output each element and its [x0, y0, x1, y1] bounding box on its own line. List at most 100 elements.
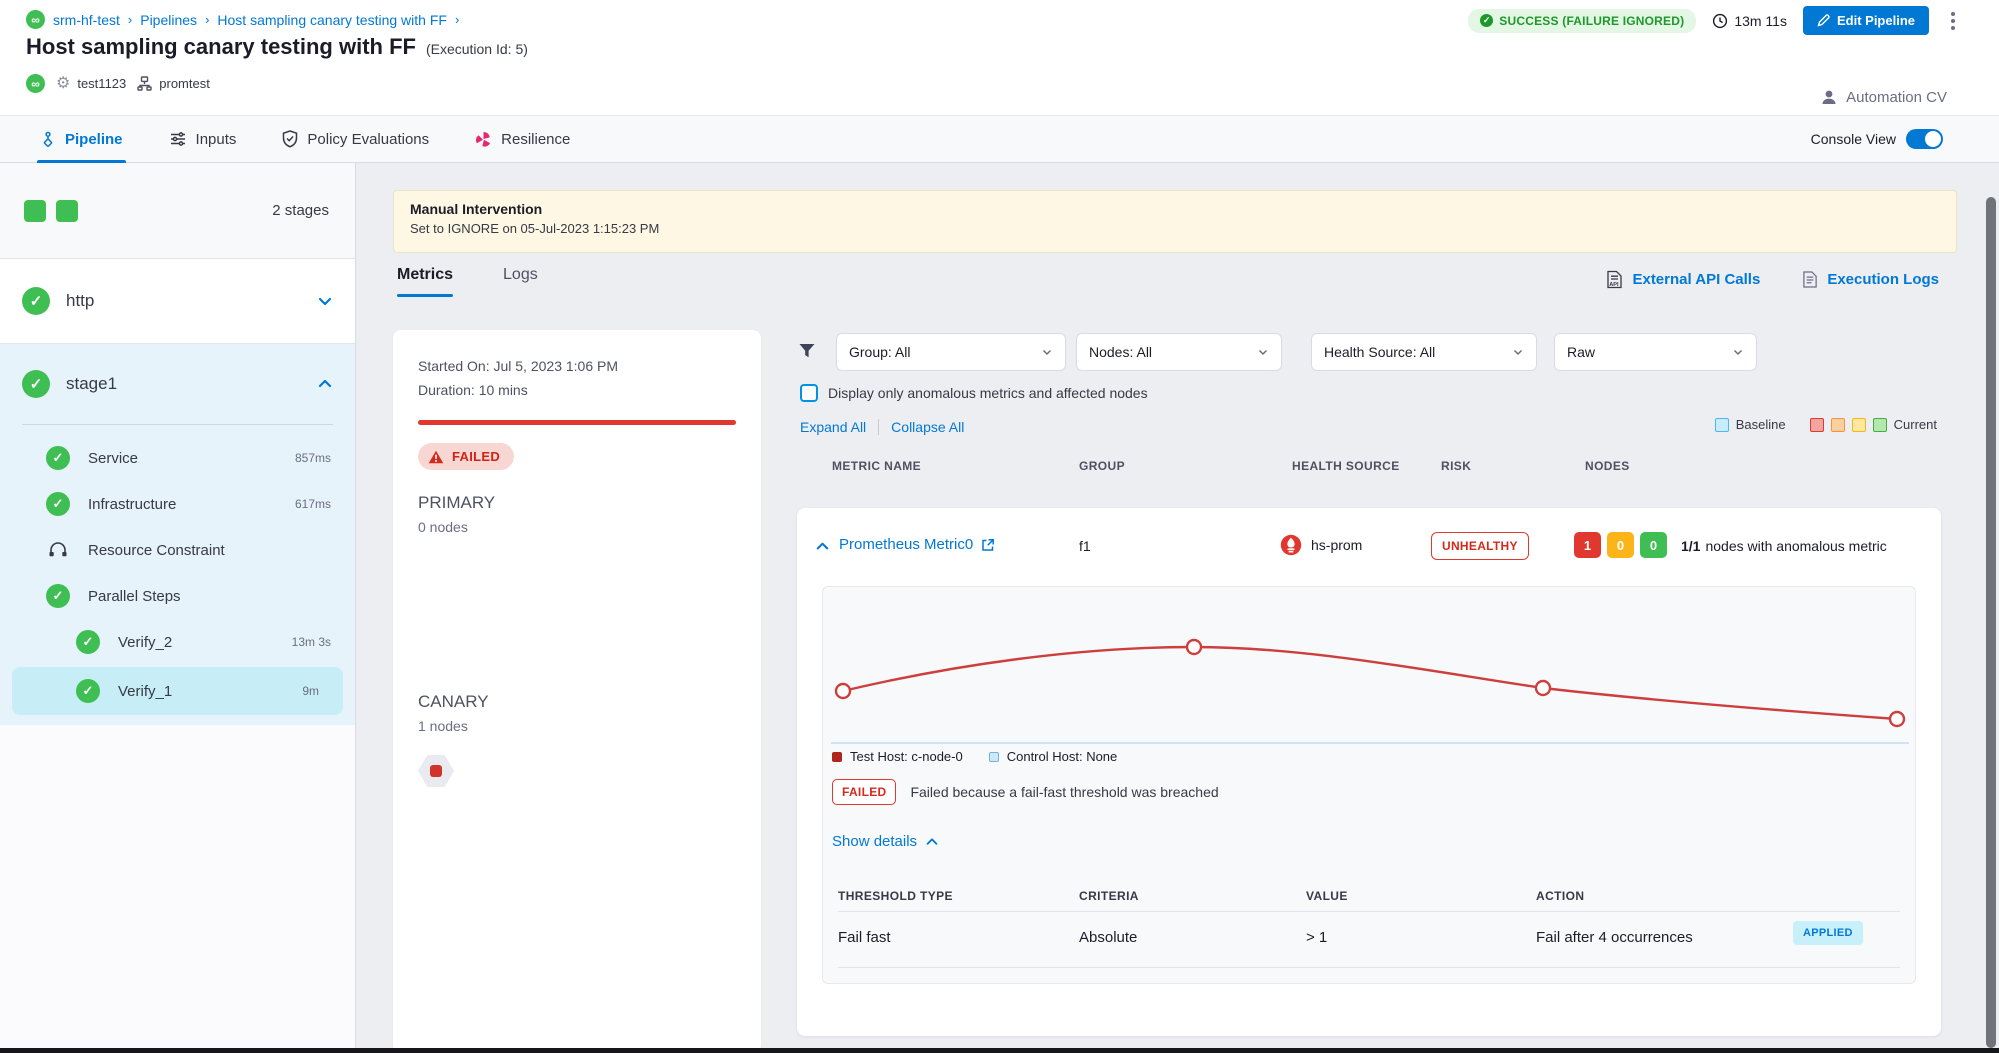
- srm-module-icon: ∞: [26, 10, 45, 29]
- host-legend: Test Host: c-node-0 Control Host: None: [832, 749, 1117, 764]
- external-api-calls-label: External API Calls: [1632, 271, 1760, 288]
- breadcrumb-pipelines[interactable]: Pipelines: [140, 12, 197, 28]
- anomalous-only-label: Display only anomalous metrics and affec…: [828, 385, 1148, 401]
- canary-node-hexagon[interactable]: [418, 755, 454, 787]
- healthy-node-count: 0: [1640, 532, 1667, 558]
- clock-icon: [1712, 13, 1728, 29]
- tab-policy-evaluations[interactable]: Policy Evaluations: [282, 116, 429, 162]
- console-view-toggle[interactable]: [1906, 129, 1943, 149]
- group-filter-value: Group: All: [849, 344, 910, 360]
- column-header-risk: RISK: [1441, 459, 1471, 473]
- show-details-link[interactable]: Show details: [832, 833, 939, 850]
- sidebar-step-verify-1[interactable]: ✓ Verify_1 9m: [12, 667, 343, 715]
- sidebar-step-resource-constraint[interactable]: Resource Constraint: [0, 527, 355, 573]
- infrastructure-icon: [137, 76, 152, 91]
- filter-icon[interactable]: [797, 341, 817, 361]
- tab-inputs[interactable]: Inputs: [169, 116, 237, 162]
- svg-text:API: API: [1610, 282, 1620, 288]
- success-check-icon: ✓: [46, 584, 70, 608]
- current-orange-swatch: [1831, 418, 1845, 432]
- collapse-metric-chevron-up-icon[interactable]: [815, 539, 830, 554]
- api-document-icon: API: [1606, 270, 1623, 289]
- node-count-badges: 1 0 0: [1574, 532, 1667, 558]
- sidebar-stage-stage1[interactable]: ✓ stage1: [0, 344, 355, 424]
- collapse-all-link[interactable]: Collapse All: [891, 419, 964, 435]
- health-source-filter-dropdown[interactable]: Health Source: All: [1311, 333, 1537, 371]
- metric-health-source: hs-prom: [1280, 534, 1362, 556]
- expand-all-link[interactable]: Expand All: [800, 419, 866, 435]
- edit-pipeline-label: Edit Pipeline: [1837, 13, 1915, 28]
- breadcrumb-pipeline-name[interactable]: Host sampling canary testing with FF: [217, 12, 447, 28]
- manual-intervention-banner: Manual Intervention Set to IGNORE on 05-…: [393, 190, 1957, 253]
- sidebar-step-parallel-steps[interactable]: ✓ Parallel Steps: [0, 573, 355, 619]
- success-check-icon: ✓: [22, 287, 50, 315]
- breadcrumb-project[interactable]: srm-hf-test: [53, 12, 120, 28]
- primary-nodes-count: 0 nodes: [418, 519, 468, 535]
- health-source-value: hs-prom: [1311, 537, 1362, 553]
- show-details-label: Show details: [832, 833, 917, 850]
- metric-name-label: Prometheus Metric0: [839, 536, 973, 553]
- stages-summary: 2 stages: [0, 163, 355, 259]
- started-on-text: Started On: Jul 5, 2023 1:06 PM: [418, 358, 618, 374]
- stage-status-square[interactable]: [24, 200, 46, 222]
- success-check-icon: ✓: [76, 630, 100, 654]
- nodes-ratio: 1/1: [1681, 538, 1700, 554]
- user-chip[interactable]: Automation CV: [1820, 88, 1947, 106]
- metric-name-link[interactable]: Prometheus Metric0: [839, 536, 995, 553]
- step-duration: 13m 3s: [292, 635, 331, 649]
- module-tab-bar: Pipeline Inputs Policy Evaluations Resil…: [0, 115, 1999, 163]
- stage-status-square[interactable]: [56, 200, 78, 222]
- criteria-cell: Absolute: [1079, 929, 1137, 946]
- execution-logs-link[interactable]: Execution Logs: [1802, 270, 1939, 289]
- chevron-right-icon: ›: [455, 12, 459, 27]
- chevron-down-icon: [1041, 346, 1053, 358]
- banner-subtitle: Set to IGNORE on 05-Jul-2023 1:15:23 PM: [410, 221, 1940, 236]
- vertical-scrollbar[interactable]: [1986, 197, 1996, 1048]
- tab-logs[interactable]: Logs: [503, 266, 538, 297]
- risk-badge: UNHEALTHY: [1431, 532, 1529, 560]
- breadcrumb: ∞ srm-hf-test › Pipelines › Host samplin…: [26, 10, 459, 29]
- inputs-icon: [169, 131, 187, 147]
- health-source-chip[interactable]: promtest: [137, 76, 210, 91]
- nodes-filter-dropdown[interactable]: Nodes: All: [1076, 333, 1282, 371]
- tab-pipeline[interactable]: Pipeline: [40, 116, 123, 162]
- sidebar-step-service[interactable]: ✓ Service 857ms: [0, 435, 355, 481]
- verification-status-label: FAILED: [452, 449, 500, 464]
- warning-node-count: 0: [1607, 532, 1634, 558]
- verification-status-badge: FAILED: [418, 443, 514, 470]
- divider: [838, 967, 1900, 968]
- execution-logs-label: Execution Logs: [1827, 271, 1939, 288]
- group-filter-dropdown[interactable]: Group: All: [836, 333, 1066, 371]
- chevron-right-icon: ›: [205, 12, 209, 27]
- tab-resilience[interactable]: Resilience: [475, 116, 570, 162]
- health-source-name: promtest: [159, 76, 210, 91]
- external-api-calls-link[interactable]: API External API Calls: [1606, 270, 1760, 289]
- sidebar-stage-http[interactable]: ✓ http: [0, 259, 355, 344]
- user-icon: [1820, 88, 1838, 106]
- anomalous-only-checkbox[interactable]: [800, 384, 818, 402]
- divider: [838, 911, 1900, 912]
- chevron-up-icon[interactable]: [317, 376, 333, 392]
- service-chip[interactable]: ⚙ test1123: [56, 76, 126, 92]
- column-header-value: VALUE: [1306, 889, 1348, 903]
- step-duration: 9m: [302, 684, 319, 698]
- sidebar-step-verify-2[interactable]: ✓ Verify_2 13m 3s: [0, 619, 355, 665]
- applied-badge: APPLIED: [1793, 921, 1863, 945]
- step-label: Resource Constraint: [88, 542, 225, 559]
- metric-type-dropdown[interactable]: Raw: [1554, 333, 1757, 371]
- timeseries-line-chart[interactable]: [823, 587, 1917, 747]
- chevron-down-icon[interactable]: [317, 293, 333, 309]
- more-options-button[interactable]: [1945, 8, 1961, 34]
- chevron-up-icon: [925, 835, 939, 849]
- column-header-action: ACTION: [1536, 889, 1584, 903]
- duration-value: 13m 11s: [1734, 13, 1787, 29]
- analysis-failed-message: Failed because a fail-fast threshold was…: [910, 784, 1218, 800]
- tab-metrics[interactable]: Metrics: [397, 266, 453, 297]
- execution-sidebar: 2 stages ✓ http ✓ stage1 ✓ Service 857ms…: [0, 163, 356, 1053]
- sidebar-step-infrastructure[interactable]: ✓ Infrastructure 617ms: [0, 481, 355, 527]
- document-icon: [1802, 270, 1818, 289]
- metric-group-value: f1: [1079, 538, 1091, 554]
- service-health-icon: ∞: [26, 74, 45, 93]
- edit-pipeline-button[interactable]: Edit Pipeline: [1803, 6, 1929, 35]
- duration-chip: 13m 11s: [1712, 13, 1787, 29]
